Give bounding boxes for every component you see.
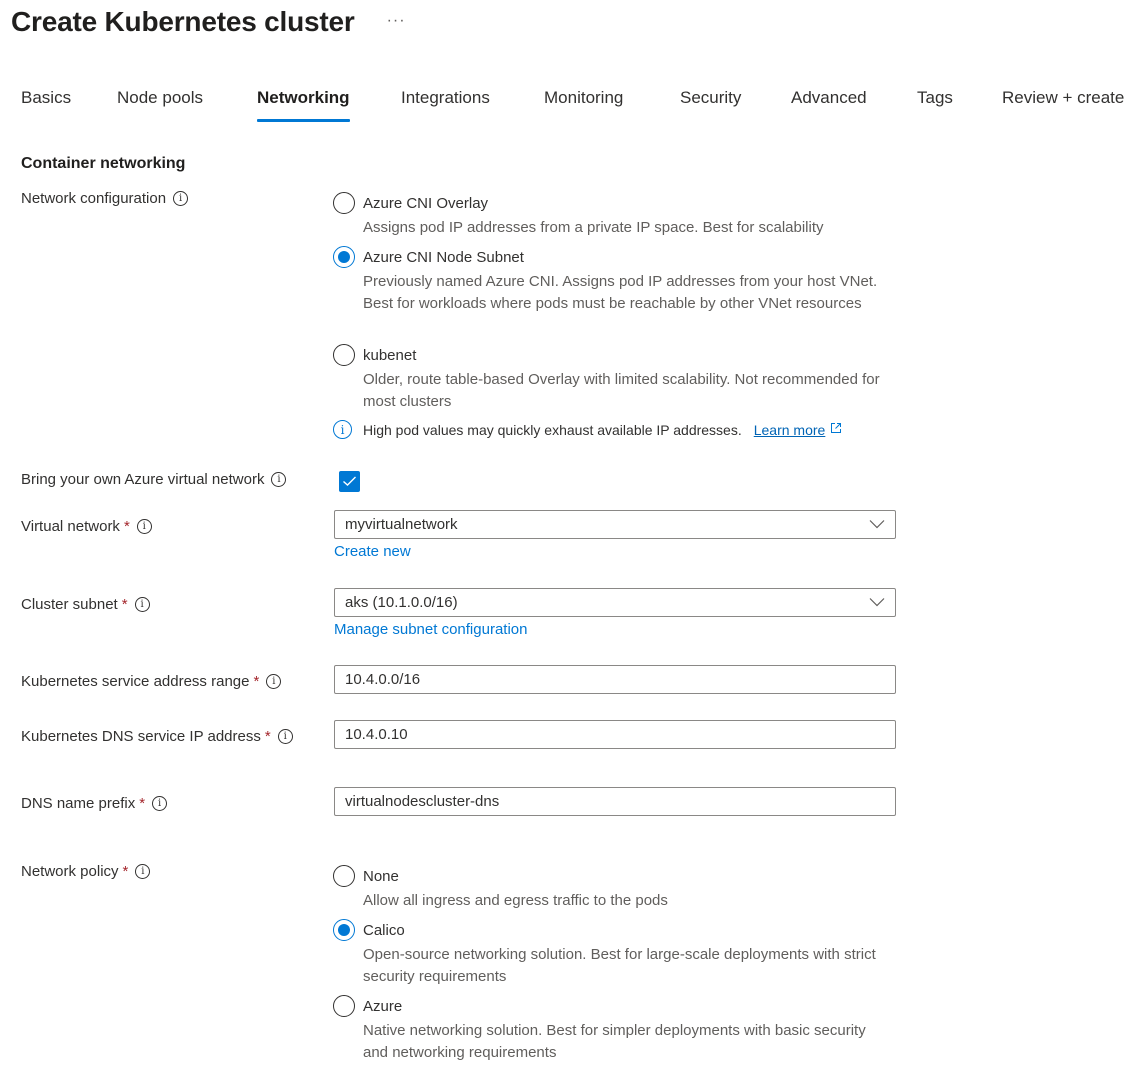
label-text: Bring your own Azure virtual network [21,471,265,488]
info-icon[interactable]: i [134,597,150,612]
radio-button[interactable] [333,192,355,214]
radio-label: None [363,867,399,885]
required-asterisk: * [139,795,146,812]
bring-own-vnet-checkbox[interactable] [339,471,360,492]
dns-name-prefix-label: DNS name prefix * i [21,795,168,812]
radio-button-selected[interactable] [333,919,355,941]
radio-description: Open-source networking solution. Best fo… [363,946,876,985]
input-value: 10.4.0.0/16 [345,671,421,688]
required-asterisk: * [121,596,128,613]
dns-name-prefix-input[interactable]: virtualnodescluster-dns [334,787,896,816]
radio-label: kubenet [363,346,417,364]
network-policy-label: Network policy * i [21,863,151,880]
radio-description: Older, route table-based Overlay with li… [363,371,880,410]
radio-label: Azure [363,997,403,1015]
info-circle-icon: i [333,420,352,439]
required-asterisk: * [264,728,271,745]
info-icon[interactable]: i [266,674,282,689]
service-address-range-input[interactable]: 10.4.0.0/16 [334,665,896,694]
label-text: Kubernetes DNS service IP address [21,728,261,745]
label-text: Cluster subnet [21,596,118,613]
info-icon[interactable]: i [136,519,152,534]
radio-label: Azure CNI Overlay [363,194,489,212]
section-title: Container networking [21,155,186,172]
tab-basics[interactable]: Basics [21,88,71,108]
dropdown-value: aks (10.1.0.0/16) [345,594,458,611]
required-asterisk: * [123,518,130,535]
radio-option-kubenet[interactable]: kubenet Older, route table-based Overlay… [333,344,893,413]
create-new-link[interactable]: Create new [334,543,411,560]
more-options-button[interactable]: ··· [387,12,406,30]
radio-button[interactable] [333,344,355,366]
learn-more-link[interactable]: Learn more [754,422,826,438]
radio-description: Assigns pod IP addresses from a private … [363,219,824,236]
info-note: i High pod values may quickly exhaust av… [333,420,842,439]
tab-monitoring[interactable]: Monitoring [544,88,623,108]
virtual-network-dropdown[interactable]: myvirtualnetwork [334,510,896,539]
label-text: Network configuration [21,190,167,207]
radio-button-selected[interactable] [333,246,355,268]
manage-subnet-configuration-link[interactable]: Manage subnet configuration [334,621,527,638]
info-icon[interactable]: i [135,864,151,879]
input-value: 10.4.0.10 [345,726,408,743]
tab-tags[interactable]: Tags [917,88,953,108]
info-icon[interactable]: i [173,191,189,206]
page-title: Create Kubernetes cluster [11,6,355,37]
cluster-subnet-label: Cluster subnet * i [21,596,150,613]
tab-node-pools[interactable]: Node pools [117,88,203,108]
dns-service-ip-label: Kubernetes DNS service IP address * i [21,728,293,745]
checkmark-icon [343,476,356,486]
label-text: Network policy [21,863,119,880]
label-text: Virtual network [21,518,120,535]
header: Create Kubernetes cluster ··· [11,6,406,38]
tab-networking[interactable]: Networking [257,88,350,122]
bring-own-vnet-label: Bring your own Azure virtual network i [21,471,287,488]
chevron-down-icon [869,598,885,607]
radio-option-azure-cni-overlay[interactable]: Azure CNI Overlay Assigns pod IP address… [333,192,893,239]
radio-label: Calico [363,921,405,939]
radio-option-calico[interactable]: Calico Open-source networking solution. … [333,919,893,988]
cluster-subnet-dropdown[interactable]: aks (10.1.0.0/16) [334,588,896,617]
tab-review-create[interactable]: Review + create [1002,88,1124,108]
chevron-down-icon [869,520,885,529]
radio-option-azure[interactable]: Azure Native networking solution. Best f… [333,995,893,1064]
external-link-icon [830,422,842,437]
info-icon[interactable]: i [271,472,287,487]
service-address-range-label: Kubernetes service address range * i [21,673,282,690]
label-text: DNS name prefix [21,795,136,812]
radio-button[interactable] [333,995,355,1017]
radio-button[interactable] [333,865,355,887]
radio-description: Allow all ingress and egress traffic to … [363,892,668,909]
tab-integrations[interactable]: Integrations [401,88,490,108]
info-icon[interactable]: i [152,796,168,811]
tab-security[interactable]: Security [680,88,741,108]
radio-label: Azure CNI Node Subnet [363,248,524,266]
label-text: Kubernetes service address range [21,673,250,690]
radio-option-none[interactable]: None Allow all ingress and egress traffi… [333,865,893,912]
info-note-text: High pod values may quickly exhaust avai… [363,421,742,438]
required-asterisk: * [253,673,260,690]
dns-service-ip-input[interactable]: 10.4.0.10 [334,720,896,749]
dropdown-value: myvirtualnetwork [345,516,458,533]
input-value: virtualnodescluster-dns [345,793,500,810]
radio-description: Native networking solution. Best for sim… [363,1022,866,1061]
radio-option-azure-cni-node-subnet[interactable]: Azure CNI Node Subnet Previously named A… [333,246,893,315]
virtual-network-label: Virtual network * i [21,518,152,535]
radio-description: Previously named Azure CNI. Assigns pod … [363,273,878,312]
tab-advanced[interactable]: Advanced [791,88,867,108]
required-asterisk: * [122,863,129,880]
network-configuration-label: Network configuration i [21,190,189,207]
info-icon[interactable]: i [277,729,293,744]
